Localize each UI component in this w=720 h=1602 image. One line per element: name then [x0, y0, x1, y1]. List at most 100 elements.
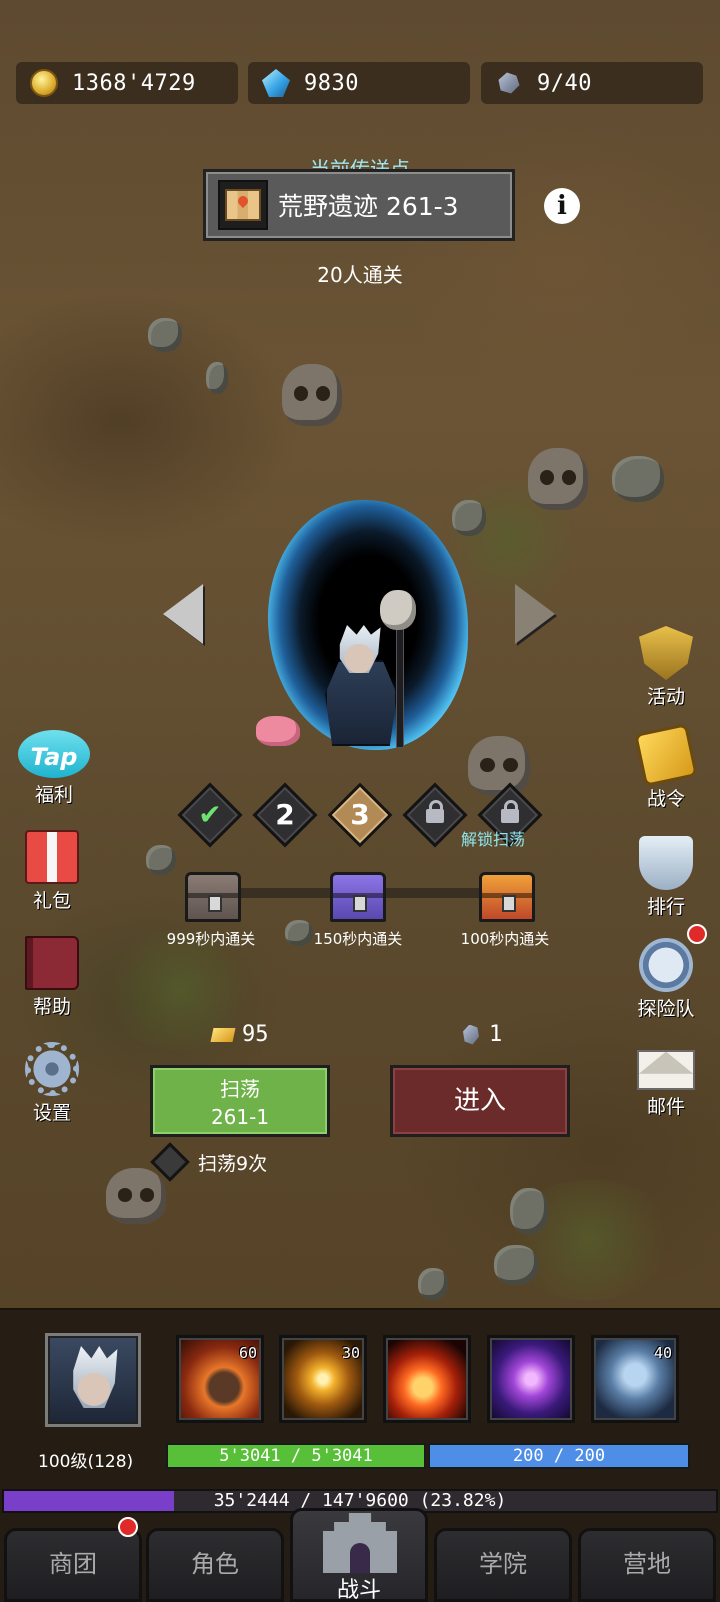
- fortress-icon: [323, 1513, 397, 1573]
- help-button[interactable]: 帮助: [12, 936, 92, 1019]
- rock: [510, 1188, 548, 1234]
- expedition-label: 探险队: [637, 998, 695, 1020]
- stamina-stone-icon: [498, 72, 520, 94]
- enter-button[interactable]: 进入: [390, 1065, 570, 1137]
- gold-amount: 1368'4729: [72, 70, 196, 96]
- stamina-amount: 9/40: [537, 70, 592, 96]
- silver-chest-icon[interactable]: [185, 872, 241, 922]
- sweep-ticket-icon: [210, 1027, 236, 1042]
- info-icon[interactable]: i: [544, 188, 580, 224]
- sweep-button-label: 扫荡: [220, 1077, 260, 1101]
- gold-coin-icon: [30, 69, 58, 97]
- skull-decoration: [468, 736, 530, 796]
- hero-level: 100级(128): [38, 1452, 134, 1472]
- rock: [612, 456, 664, 502]
- stopwatch-icon: [639, 938, 693, 992]
- settings-button[interactable]: 设置: [12, 1042, 92, 1125]
- stamina-stone-icon: [463, 1024, 479, 1045]
- staff-skull: [380, 590, 416, 630]
- gem-icon: [262, 69, 290, 97]
- gem-counter: 9830: [248, 62, 470, 104]
- battle-pass-label: 战令: [646, 788, 685, 810]
- rock: [148, 318, 182, 352]
- settings-label: 设置: [32, 1102, 71, 1124]
- difficulty-2-label: 2: [275, 798, 295, 831]
- tab-character[interactable]: 角色: [146, 1528, 284, 1602]
- book-icon: [25, 936, 79, 990]
- sweep-9-times-label: 扫荡9次: [198, 1152, 268, 1175]
- knight-shield-icon: [639, 626, 693, 680]
- difficulty-3-label: 3: [350, 798, 370, 831]
- gift-pack-button[interactable]: 礼包: [12, 830, 92, 913]
- lock-icon: [412, 792, 458, 838]
- envelope-icon: [637, 1050, 695, 1090]
- skill-2-badge: 30: [341, 1344, 360, 1362]
- starburst-skill-icon[interactable]: 30: [279, 1335, 367, 1423]
- battle-pass-button[interactable]: 战令: [626, 722, 706, 811]
- notification-dot: [118, 1517, 138, 1537]
- welfare-button[interactable]: Tap 福利: [14, 730, 94, 807]
- chest-1-condition: 999秒内通关: [166, 930, 256, 948]
- skull-decoration: [528, 448, 588, 510]
- stamina-counter: 9/40: [481, 62, 703, 104]
- welfare-label: 福利: [34, 784, 73, 806]
- events-button[interactable]: 活动: [626, 626, 706, 709]
- expedition-button[interactable]: 探险队: [626, 938, 706, 1021]
- gift-icon: [25, 830, 79, 884]
- notification-dot: [687, 924, 707, 944]
- twin-spirit-skill-icon[interactable]: 40: [591, 1335, 679, 1423]
- skull-decoration: [282, 364, 342, 426]
- mail-label: 邮件: [646, 1096, 685, 1118]
- sweep-button[interactable]: 扫荡 261-1: [150, 1065, 330, 1137]
- enter-cost-value: 1: [489, 1022, 503, 1047]
- cleared-count: 20人通关: [317, 263, 403, 287]
- check-icon: ✔: [198, 798, 222, 831]
- previous-stage-arrow-icon[interactable]: [163, 584, 203, 644]
- gold-counter: 1368'4729: [16, 62, 238, 104]
- ranking-label: 排行: [646, 896, 685, 918]
- events-label: 活动: [646, 686, 685, 708]
- tab-camp[interactable]: 营地: [578, 1528, 716, 1602]
- skull-decoration: [106, 1168, 166, 1224]
- rock: [206, 362, 228, 394]
- ranking-button[interactable]: 排行: [626, 836, 706, 919]
- sweep-cost: 95: [210, 1022, 269, 1047]
- fireball-skill-icon[interactable]: [383, 1335, 471, 1423]
- mp-bar: 200 / 200: [428, 1443, 690, 1469]
- tap-logo-icon: Tap: [18, 730, 90, 778]
- teleport-location: 荒野遗迹 261-3: [278, 192, 459, 221]
- gear-icon: [25, 1042, 79, 1096]
- meteor-skill-icon[interactable]: 60: [176, 1335, 264, 1423]
- skill-1-badge: 60: [238, 1344, 257, 1362]
- rock: [418, 1268, 448, 1300]
- sweep-9-times-toggle[interactable]: 扫荡9次: [150, 1142, 268, 1182]
- gift-pack-label: 礼包: [32, 890, 71, 912]
- help-label: 帮助: [32, 996, 71, 1018]
- hero-avatar[interactable]: [45, 1333, 141, 1427]
- chest-3-condition: 100秒内通关: [460, 930, 550, 948]
- chest-2-condition: 150秒内通关: [313, 930, 403, 948]
- gold-chest-icon[interactable]: [479, 872, 535, 922]
- tab-academy[interactable]: 学院: [434, 1528, 572, 1602]
- purple-chest-icon[interactable]: [330, 872, 386, 922]
- rock: [146, 845, 176, 875]
- hp-bar: 5'3041 / 5'3041: [166, 1443, 426, 1469]
- battle-pass-icon: [633, 722, 699, 788]
- unlock-sweep-label: 解锁扫荡: [461, 830, 526, 849]
- vortex-skill-icon[interactable]: [487, 1335, 575, 1423]
- next-stage-arrow-icon[interactable]: [515, 584, 555, 644]
- skill-5-badge: 40: [653, 1344, 672, 1362]
- trophy-icon: [639, 836, 693, 890]
- mail-button[interactable]: 邮件: [626, 1042, 706, 1119]
- gem-amount: 9830: [304, 70, 359, 96]
- rock: [494, 1245, 538, 1285]
- tab-guild[interactable]: 商团: [4, 1528, 142, 1602]
- rock: [452, 500, 486, 536]
- map-icon: [218, 180, 268, 230]
- sweep-button-stage: 261-1: [210, 1105, 270, 1129]
- enter-cost: 1: [463, 1022, 502, 1047]
- sweep-cost-value: 95: [242, 1022, 269, 1047]
- teleport-selector[interactable]: 荒野遗迹 261-3: [203, 169, 515, 241]
- checkbox-icon: [150, 1142, 190, 1182]
- pig-pet: [256, 716, 300, 746]
